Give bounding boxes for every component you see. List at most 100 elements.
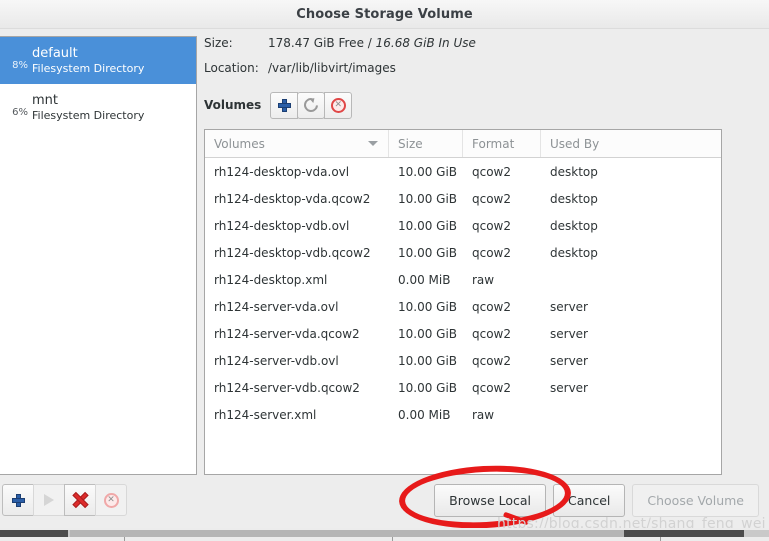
dialog-titlebar: Choose Storage Volume [0,0,769,29]
volume-size: 10.00 GiB [398,164,458,179]
pool-type: Filesystem Directory [32,108,145,122]
delete-circle-icon: ✕ [103,492,119,508]
scrollbar-tick [660,537,661,541]
stop-pool-button[interactable] [64,484,96,516]
volume-used-by: server [550,380,588,395]
volume-size: 10.00 GiB [398,218,458,233]
volume-format: qcow2 [472,218,512,233]
pool-type: Filesystem Directory [32,61,145,75]
scrollbar-tick [124,537,125,541]
volume-name: rh124-server-vdb.qcow2 [214,380,360,395]
table-row[interactable]: rh124-desktop-vda.ovl 10.00 GiB qcow2 de… [205,158,721,185]
table-row[interactable]: rh124-server-vdb.ovl 10.00 GiB qcow2 ser… [205,347,721,374]
refresh-volumes-button[interactable] [297,91,326,119]
delete-pool-button[interactable]: ✕ [95,484,127,516]
location-label: Location: [204,61,259,75]
size-label: Size: [204,36,233,50]
volume-format: qcow2 [472,245,512,260]
volume-format: raw [472,272,495,287]
volume-size: 10.00 GiB [398,326,458,341]
column-header-label: Size [398,136,423,151]
dialog-title: Choose Storage Volume [296,6,473,22]
dialog-action-buttons: Browse Local Cancel Choose Volume [434,484,759,517]
pool-usage-percent: 8% [12,59,28,71]
column-header-label: Format [472,136,515,151]
storage-pool-list[interactable]: 8% default Filesystem Directory 6% mnt F… [0,36,197,475]
scrollbar-thumb[interactable] [70,530,624,537]
background-window-scrollbar[interactable] [0,528,769,541]
volume-format: qcow2 [472,299,512,314]
chevron-down-icon [368,141,378,146]
new-volume-button[interactable] [270,91,299,119]
browse-local-button[interactable]: Browse Local [434,484,547,517]
pool-list-item-default[interactable]: 8% default Filesystem Directory [0,37,196,84]
volume-format: qcow2 [472,353,512,368]
column-header-used-by[interactable]: Used By [541,130,721,157]
pool-usage-percent: 6% [12,106,28,118]
volume-used-by: server [550,299,588,314]
pool-action-buttons: ✕ [2,484,127,516]
volumes-table[interactable]: Volumes Size Format Used By rh124-deskto… [204,129,722,475]
pool-name: mnt [32,92,58,108]
column-header-volumes[interactable]: Volumes [205,130,389,157]
volumes-label: Volumes [204,98,262,112]
column-header-format[interactable]: Format [463,130,541,157]
volume-used-by: server [550,326,588,341]
scrollbar-right-segment [624,530,744,537]
red-x-icon [72,492,88,508]
volume-used-by: server [550,353,588,368]
size-inuse-text: 16.68 GiB In Use [375,36,476,50]
start-pool-button[interactable] [33,484,65,516]
scrollbar-left-segment [0,530,68,537]
location-row: Location: /var/lib/libvirt/images [204,61,764,86]
add-pool-button[interactable] [2,484,34,516]
table-row[interactable]: rh124-server-vda.qcow2 10.00 GiB qcow2 s… [205,320,721,347]
column-header-size[interactable]: Size [389,130,463,157]
table-row[interactable]: rh124-desktop-vdb.qcow2 10.00 GiB qcow2 … [205,239,721,266]
delete-circle-icon: ✕ [330,97,346,113]
volume-used-by: desktop [550,218,598,233]
cancel-button[interactable]: Cancel [553,484,626,517]
volume-size: 10.00 GiB [398,353,458,368]
table-row[interactable]: rh124-server.xml 0.00 MiB raw [205,401,721,428]
plus-icon [11,493,25,507]
choose-storage-volume-dialog: Choose Storage Volume 8% default Filesys… [0,0,769,533]
column-header-label: Volumes [214,136,265,151]
volume-used-by: desktop [550,245,598,260]
delete-volume-button[interactable]: ✕ [324,91,353,119]
table-header-row: Volumes Size Format Used By [205,130,721,158]
volume-format: qcow2 [472,164,512,179]
volume-name: rh124-server-vda.ovl [214,299,339,314]
volume-format: qcow2 [472,191,512,206]
volume-name: rh124-server-vda.qcow2 [214,326,360,341]
volumes-toolbar: Volumes ✕ [204,91,764,119]
scrollbar-tick [392,537,393,541]
volume-used-by: desktop [550,164,598,179]
volume-name: rh124-server.xml [214,407,317,422]
size-row: Size: 178.47 GiB Free / 16.68 GiB In Use [204,36,764,61]
pool-details: Size: 178.47 GiB Free / 16.68 GiB In Use… [204,36,764,119]
pool-list-item-mnt[interactable]: 6% mnt Filesystem Directory [0,84,196,131]
column-header-label: Used By [550,136,600,151]
table-row[interactable]: rh124-desktop-vda.qcow2 10.00 GiB qcow2 … [205,185,721,212]
refresh-icon [301,95,322,115]
location-value: /var/lib/libvirt/images [268,61,396,75]
table-row[interactable]: rh124-desktop.xml 0.00 MiB raw [205,266,721,293]
volume-size: 10.00 GiB [398,380,458,395]
table-row[interactable]: rh124-server-vda.ovl 10.00 GiB qcow2 ser… [205,293,721,320]
pool-name: default [32,45,78,61]
volume-name: rh124-desktop-vdb.ovl [214,218,350,233]
volume-name: rh124-desktop-vdb.qcow2 [214,245,371,260]
volume-size: 10.00 GiB [398,299,458,314]
table-row[interactable]: rh124-desktop-vdb.ovl 10.00 GiB qcow2 de… [205,212,721,239]
volume-name: rh124-desktop-vda.qcow2 [214,191,371,206]
volume-format: qcow2 [472,380,512,395]
volume-used-by: desktop [550,191,598,206]
volume-size: 10.00 GiB [398,245,458,260]
choose-volume-button[interactable]: Choose Volume [632,484,759,517]
volume-size: 0.00 MiB [398,407,451,422]
volume-name: rh124-desktop-vda.ovl [214,164,350,179]
volume-format: qcow2 [472,326,512,341]
table-row[interactable]: rh124-server-vdb.qcow2 10.00 GiB qcow2 s… [205,374,721,401]
volume-size: 10.00 GiB [398,191,458,206]
